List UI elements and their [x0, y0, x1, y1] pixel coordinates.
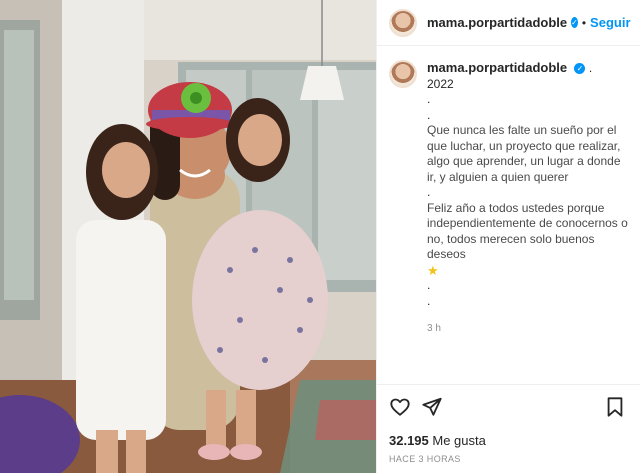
caption-line-dot: .: [427, 278, 431, 292]
caption-username[interactable]: mama.porpartidadoble: [427, 60, 567, 75]
bookmark-icon[interactable]: [604, 396, 628, 420]
caption-line-dot: .: [427, 92, 431, 106]
post-header: mama.porpartidadoble ✓ • Seguir: [377, 0, 640, 46]
caption-line-dot: .: [427, 293, 431, 308]
caption-line-message: Que nunca les falte un sueño por el que …: [427, 123, 624, 184]
likes-label: Me gusta: [432, 433, 486, 448]
author-username[interactable]: mama.porpartidadoble: [427, 15, 567, 30]
post-panel: mama.porpartidadoble ✓ • Seguir mama.por…: [376, 0, 640, 473]
likes-count[interactable]: 32.195 Me gusta: [389, 433, 628, 448]
action-icons: [389, 395, 628, 421]
header-separator: •: [581, 15, 587, 30]
caption-avatar[interactable]: [389, 60, 417, 88]
caption-row: mama.porpartidadoble ✓ . 2022 . . Que nu…: [389, 60, 628, 337]
caption-line-dot: .: [427, 107, 431, 122]
share-icon[interactable]: [421, 396, 445, 420]
follow-button[interactable]: Seguir: [590, 15, 630, 30]
caption-line-year: 2022: [427, 76, 458, 91]
caption-line-greeting: Feliz año a todos ustedes porque indepen…: [427, 200, 632, 262]
post-photo[interactable]: [0, 0, 376, 473]
caption-time-ago[interactable]: 3 h: [427, 321, 628, 337]
star-emoji-icon: ★: [427, 262, 439, 278]
caption-body: mama.porpartidadoble ✓ . 2022 . . Que nu…: [427, 60, 628, 337]
caption-verified-badge-icon: ✓: [574, 63, 586, 75]
caption-area: mama.porpartidadoble ✓ . 2022 . . Que nu…: [377, 46, 640, 384]
post-image: [0, 0, 376, 473]
likes-number: 32.195: [389, 433, 429, 448]
caption-line-dot: .: [427, 185, 431, 199]
post-actions: 32.195 Me gusta HACE 3 HORAS: [377, 384, 640, 464]
posted-time: HACE 3 HORAS: [389, 454, 461, 464]
heart-icon[interactable]: [389, 396, 413, 420]
verified-badge-icon: ✓: [571, 17, 578, 28]
author-avatar[interactable]: [389, 8, 417, 37]
caption-trailing-dot: .: [588, 61, 593, 75]
